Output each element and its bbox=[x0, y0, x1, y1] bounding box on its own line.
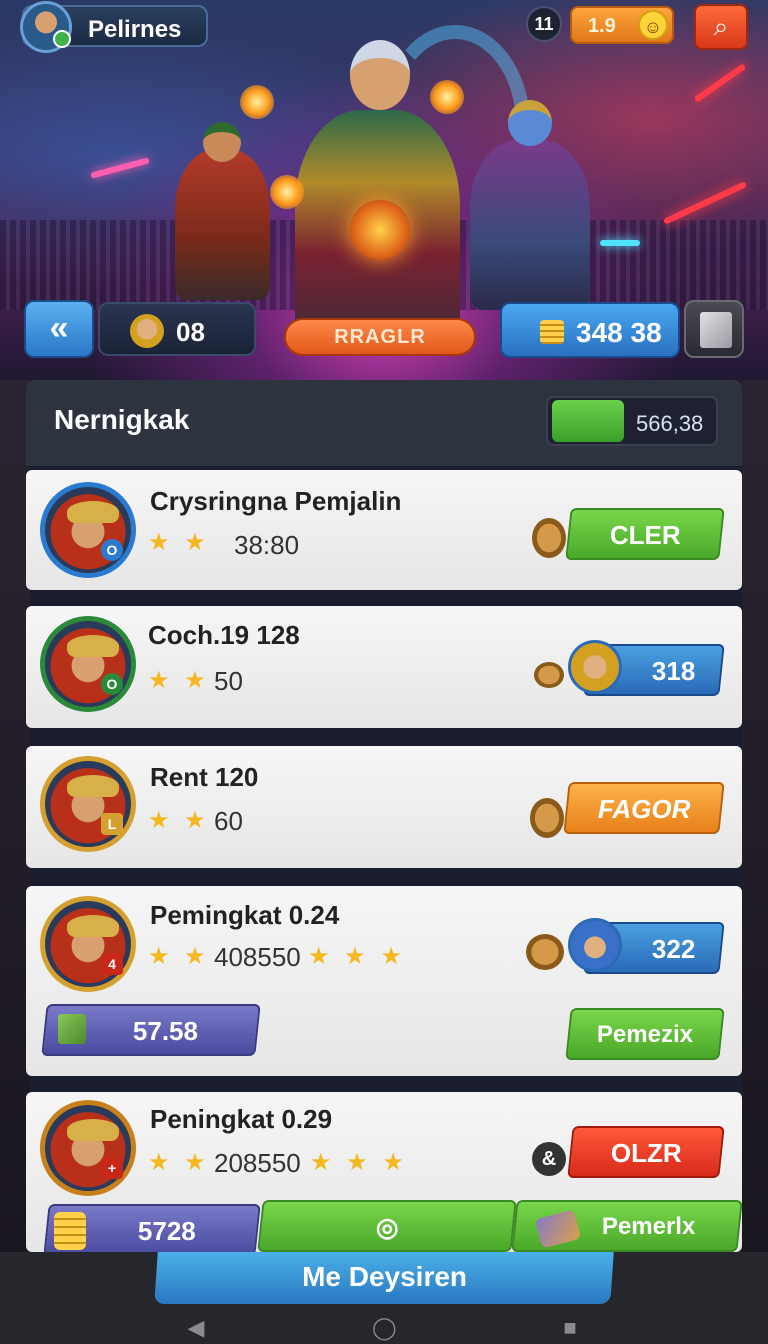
page-title: Nernigkak bbox=[54, 404, 190, 435]
check-icon: ◎ bbox=[375, 1212, 399, 1242]
item-name: Rent 120 bbox=[150, 762, 259, 792]
list-item[interactable]: + Peningkat 0.29 ★ ★ 208550 ★ ★ ★ & OLZR… bbox=[26, 1092, 743, 1256]
avatar-badge: O bbox=[101, 539, 123, 561]
avatar bbox=[568, 640, 622, 694]
neon-light bbox=[90, 157, 150, 179]
score-indicator bbox=[552, 400, 624, 442]
players-value: 08 bbox=[176, 317, 205, 347]
avatar: O bbox=[40, 616, 136, 712]
coin-stack-icon bbox=[526, 934, 564, 970]
level-badge: 11 bbox=[526, 6, 562, 42]
avatar-badge: O bbox=[101, 673, 123, 695]
fighter-left bbox=[175, 122, 270, 300]
neon-light bbox=[600, 240, 640, 246]
avatar: O bbox=[40, 482, 136, 578]
star-rating: ★ ★ bbox=[148, 943, 210, 970]
item-name: Pemingkat 0.24 bbox=[150, 900, 340, 930]
crate-button[interactable] bbox=[684, 300, 744, 358]
nav-home-icon[interactable]: ◯ bbox=[372, 1316, 397, 1340]
action-button[interactable]: Pemezix bbox=[565, 1008, 725, 1060]
avatar: + bbox=[40, 1100, 136, 1196]
profile-name: Pelirnes bbox=[88, 16, 182, 43]
main-action-button[interactable]: RRAGLR bbox=[284, 318, 476, 356]
side-shadow bbox=[742, 380, 768, 1260]
action-button[interactable]: FAGOR bbox=[563, 782, 725, 834]
fire-effect bbox=[270, 175, 304, 209]
search-button[interactable]: ⌕ bbox=[694, 4, 748, 50]
button-label: OLZR bbox=[610, 1138, 682, 1168]
gold-value: 348 38 bbox=[576, 317, 662, 348]
crate-icon bbox=[700, 312, 732, 348]
item-stat: 50 bbox=[214, 666, 243, 696]
star-rating-extra: ★ ★ ★ bbox=[308, 943, 406, 970]
button-label: 322 bbox=[652, 934, 696, 964]
search-icon: ⌕ bbox=[713, 11, 729, 41]
item-name: Peningkat 0.29 bbox=[150, 1104, 333, 1134]
confirm-button[interactable]: ◎ bbox=[257, 1200, 517, 1252]
star-rating: ★ ★ bbox=[148, 529, 210, 556]
score-value: 566,38 bbox=[636, 411, 704, 436]
button-label: Pemezix bbox=[596, 1021, 693, 1048]
fire-effect bbox=[430, 80, 464, 114]
nav-recent-icon[interactable]: ■ bbox=[558, 1316, 582, 1340]
fire-effect bbox=[240, 85, 274, 119]
item-stat: 38:80 bbox=[234, 530, 300, 560]
list-item[interactable]: 4 Pemingkat 0.24 ★ ★ 408550 ★ ★ ★ 322 57… bbox=[26, 886, 742, 1076]
button-label: 5728 bbox=[137, 1216, 196, 1246]
avatar-badge: L bbox=[101, 813, 123, 835]
gold-chip[interactable]: 348 38 bbox=[500, 302, 680, 358]
action-button[interactable]: OLZR bbox=[567, 1126, 725, 1178]
item-stat: 60 bbox=[214, 806, 243, 836]
button-label: 57.58 bbox=[133, 1016, 199, 1046]
item-name: Coch.19 128 bbox=[148, 620, 300, 650]
currency-value: 1.9 bbox=[588, 15, 616, 37]
list-item[interactable]: L Rent 120 ★ ★ 60 FAGOR bbox=[26, 746, 742, 868]
top-bar: Pelirnes 11 1.9 ☺ ⌕ bbox=[0, 0, 768, 56]
button-label: Me Deysiren bbox=[301, 1261, 467, 1292]
avatar-badge: + bbox=[101, 1157, 123, 1179]
nav-back-icon[interactable]: ◀ bbox=[184, 1316, 208, 1340]
coin-icon bbox=[530, 798, 564, 838]
item-stat: 408550 bbox=[214, 942, 301, 972]
back-icon: « bbox=[49, 309, 69, 347]
star-rating: ★ ★ bbox=[148, 667, 210, 694]
avatar bbox=[568, 918, 622, 972]
neon-light bbox=[662, 181, 748, 225]
button-label: Pemerlx bbox=[602, 1213, 696, 1240]
profile-chip[interactable]: Pelirnes bbox=[20, 1, 208, 53]
coins-icon bbox=[534, 662, 564, 688]
star-rating-extra: ★ ★ ★ bbox=[310, 1149, 408, 1176]
players-chip[interactable]: 08 bbox=[98, 302, 256, 356]
player-avatar-icon bbox=[130, 314, 164, 348]
bottom-cta-button[interactable]: Me Deysiren bbox=[154, 1252, 614, 1304]
button-label: FAGOR bbox=[597, 794, 691, 824]
fighter-center bbox=[295, 40, 460, 350]
coin-icon bbox=[532, 518, 566, 558]
coins-icon bbox=[54, 1212, 86, 1250]
header-score: 566,38 bbox=[546, 396, 718, 446]
button-label: CLER bbox=[609, 520, 681, 550]
neon-light bbox=[693, 63, 747, 103]
list-item[interactable]: O Coch.19 128 ★ ★ 50 318 bbox=[26, 606, 742, 728]
fighter-right bbox=[470, 100, 590, 310]
item-stat: 208550 bbox=[214, 1148, 301, 1178]
item-name: Crysringna Pemjalin bbox=[150, 486, 402, 516]
avatar[interactable] bbox=[20, 1, 72, 53]
list-item[interactable]: O Crysringna Pemjalin ★ ★ 38:80 CLER bbox=[26, 470, 742, 590]
star-rating: ★ ★ bbox=[148, 807, 210, 834]
back-button[interactable]: « bbox=[24, 300, 94, 358]
list-header: Nernigkak 566,38 bbox=[26, 380, 742, 466]
smiley-icon: ☺ bbox=[638, 10, 668, 40]
currency-chip[interactable]: 1.9 ☺ bbox=[570, 6, 674, 44]
cube-icon bbox=[58, 1014, 86, 1044]
coins-icon bbox=[540, 320, 564, 344]
action-button[interactable]: CLER bbox=[565, 508, 725, 560]
link-icon: & bbox=[532, 1142, 566, 1176]
avatar: 4 bbox=[40, 896, 136, 992]
avatar: L bbox=[40, 756, 136, 852]
star-rating: ★ ★ bbox=[148, 1149, 210, 1176]
button-label: 318 bbox=[652, 656, 696, 686]
avatar-badge: 4 bbox=[101, 953, 123, 975]
